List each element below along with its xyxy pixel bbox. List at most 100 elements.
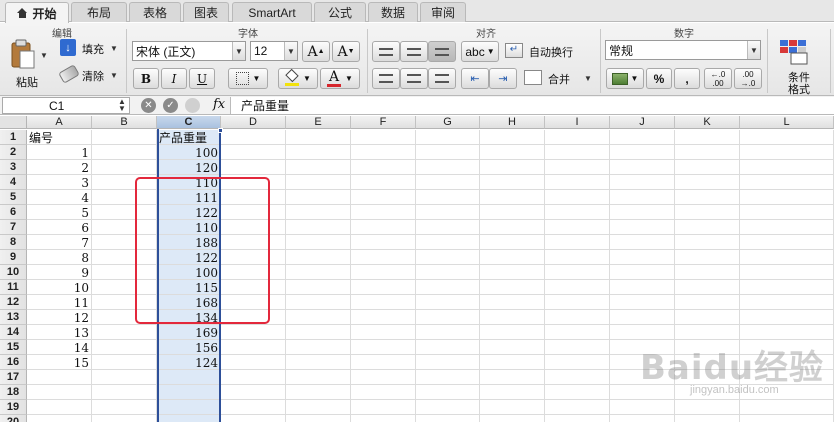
cell-a15[interactable]: 14 bbox=[27, 340, 92, 355]
font-size-select[interactable]: 12 ▼ bbox=[250, 41, 298, 61]
cell-a12[interactable]: 11 bbox=[27, 295, 92, 310]
column-header-a[interactable]: A bbox=[27, 116, 92, 129]
cell-a10[interactable]: 9 bbox=[27, 265, 92, 280]
row-header-9[interactable]: 9 bbox=[0, 250, 27, 265]
row-header-7[interactable]: 7 bbox=[0, 220, 27, 235]
cell-a6[interactable]: 5 bbox=[27, 205, 92, 220]
select-all-corner[interactable] bbox=[0, 116, 27, 129]
cell-c2[interactable]: 100 bbox=[157, 145, 221, 160]
confirm-icon[interactable]: ✓ bbox=[163, 98, 178, 113]
row-header-15[interactable]: 15 bbox=[0, 340, 27, 355]
formula-input[interactable]: 产品重量 bbox=[230, 97, 834, 114]
clear-button[interactable]: 清除 ▼ bbox=[58, 64, 120, 85]
name-box[interactable]: C1 bbox=[2, 97, 130, 114]
decrease-decimal-button[interactable]: .00 →.0 bbox=[734, 68, 762, 89]
paste-button[interactable]: ▼ 粘贴 bbox=[6, 37, 48, 91]
row-header-2[interactable]: 2 bbox=[0, 145, 27, 160]
tab-layout[interactable]: 布局 bbox=[71, 2, 127, 22]
row-header-1[interactable]: 1 bbox=[0, 130, 27, 145]
row-header-12[interactable]: 12 bbox=[0, 295, 27, 310]
tab-tables[interactable]: 表格 bbox=[129, 2, 181, 22]
percent-button[interactable]: % bbox=[646, 68, 672, 89]
decrease-indent-button[interactable]: ⇤ bbox=[461, 68, 489, 89]
align-bottom-button[interactable] bbox=[428, 41, 456, 62]
column-header-k[interactable]: K bbox=[675, 116, 740, 129]
column-header-d[interactable]: D bbox=[221, 116, 286, 129]
fx-icon[interactable]: fx bbox=[213, 97, 225, 112]
cell-c15[interactable]: 156 bbox=[157, 340, 221, 355]
shrink-font-button[interactable]: A ▼ bbox=[332, 41, 360, 62]
column-header-f[interactable]: F bbox=[351, 116, 416, 129]
align-right-button[interactable] bbox=[428, 68, 456, 89]
row-header-3[interactable]: 3 bbox=[0, 160, 27, 175]
column-header-c[interactable]: C bbox=[157, 116, 221, 129]
column-header-g[interactable]: G bbox=[416, 116, 480, 129]
row-header-6[interactable]: 6 bbox=[0, 205, 27, 220]
name-box-stepper-icon[interactable]: ▲ ▼ bbox=[118, 98, 126, 113]
cell-a4[interactable]: 3 bbox=[27, 175, 92, 190]
increase-decimal-button[interactable]: ←.0 .00 bbox=[704, 68, 732, 89]
tab-data[interactable]: 数据 bbox=[368, 2, 418, 22]
column-header-h[interactable]: H bbox=[480, 116, 545, 129]
cell-a8[interactable]: 7 bbox=[27, 235, 92, 250]
italic-button[interactable]: I bbox=[161, 68, 187, 89]
tab-charts[interactable]: 图表 bbox=[183, 2, 229, 22]
row-header-11[interactable]: 11 bbox=[0, 280, 27, 295]
cell-c16[interactable]: 124 bbox=[157, 355, 221, 370]
tab-formulas[interactable]: 公式 bbox=[314, 2, 366, 22]
font-name-select[interactable]: 宋体 (正文) ▼ bbox=[132, 41, 246, 61]
cell-a14[interactable]: 13 bbox=[27, 325, 92, 340]
tab-home[interactable]: 开始 bbox=[5, 2, 69, 23]
row-header-4[interactable]: 4 bbox=[0, 175, 27, 190]
merge-button[interactable]: 合并 ▼ bbox=[522, 68, 596, 88]
text-direction-button[interactable]: abc ▼ bbox=[461, 41, 499, 62]
number-format-select[interactable]: 常规 ▼ bbox=[605, 40, 761, 60]
conditional-format-button[interactable]: 条件 格式 bbox=[775, 39, 823, 96]
tab-review[interactable]: 审阅 bbox=[420, 2, 466, 22]
borders-button[interactable]: ▼ bbox=[228, 68, 268, 89]
cell-c3[interactable]: 120 bbox=[157, 160, 221, 175]
cell-c1[interactable]: 产品重量 bbox=[157, 130, 221, 145]
row-header-8[interactable]: 8 bbox=[0, 235, 27, 250]
cell-a2[interactable]: 1 bbox=[27, 145, 92, 160]
cell-a9[interactable]: 8 bbox=[27, 250, 92, 265]
underline-button[interactable]: U bbox=[189, 68, 215, 89]
align-top-button[interactable] bbox=[372, 41, 400, 62]
cell-a16[interactable]: 15 bbox=[27, 355, 92, 370]
fill-button[interactable]: ↓ 填充 ▼ bbox=[58, 38, 120, 58]
row-header-16[interactable]: 16 bbox=[0, 355, 27, 370]
increase-indent-button[interactable]: ⇥ bbox=[489, 68, 517, 89]
cancel-icon[interactable]: ✕ bbox=[141, 98, 156, 113]
align-middle-button[interactable] bbox=[400, 41, 428, 62]
cell-a11[interactable]: 10 bbox=[27, 280, 92, 295]
align-center-button[interactable] bbox=[400, 68, 428, 89]
row-header-19[interactable]: 19 bbox=[0, 400, 27, 415]
column-header-i[interactable]: I bbox=[545, 116, 610, 129]
column-header-j[interactable]: J bbox=[610, 116, 675, 129]
row-header-20[interactable]: 20 bbox=[0, 415, 27, 422]
row-header-5[interactable]: 5 bbox=[0, 190, 27, 205]
column-header-b[interactable]: B bbox=[92, 116, 157, 129]
grow-font-button[interactable]: A ▲ bbox=[302, 41, 330, 62]
row-header-14[interactable]: 14 bbox=[0, 325, 27, 340]
cell-a7[interactable]: 6 bbox=[27, 220, 92, 235]
function-circle-icon[interactable] bbox=[185, 98, 200, 113]
bold-button[interactable]: B bbox=[133, 68, 159, 89]
column-header-l[interactable]: L bbox=[740, 116, 834, 129]
align-left-button[interactable] bbox=[372, 68, 400, 89]
tab-smartart[interactable]: SmartArt bbox=[232, 2, 312, 22]
row-header-13[interactable]: 13 bbox=[0, 310, 27, 325]
row-header-18[interactable]: 18 bbox=[0, 385, 27, 400]
column-header-e[interactable]: E bbox=[286, 116, 351, 129]
cell-a1[interactable]: 编号 bbox=[27, 130, 92, 145]
comma-button[interactable]: , bbox=[674, 68, 700, 89]
cell-a13[interactable]: 12 bbox=[27, 310, 92, 325]
row-header-17[interactable]: 17 bbox=[0, 370, 27, 385]
wrap-text-button[interactable]: ↵ 自动换行 bbox=[503, 41, 597, 61]
fill-color-button[interactable]: ▼ bbox=[278, 68, 318, 89]
row-header-10[interactable]: 10 bbox=[0, 265, 27, 280]
cell-a5[interactable]: 4 bbox=[27, 190, 92, 205]
cell-a3[interactable]: 2 bbox=[27, 160, 92, 175]
font-color-button[interactable]: A ▼ bbox=[320, 68, 360, 89]
cell-c14[interactable]: 169 bbox=[157, 325, 221, 340]
